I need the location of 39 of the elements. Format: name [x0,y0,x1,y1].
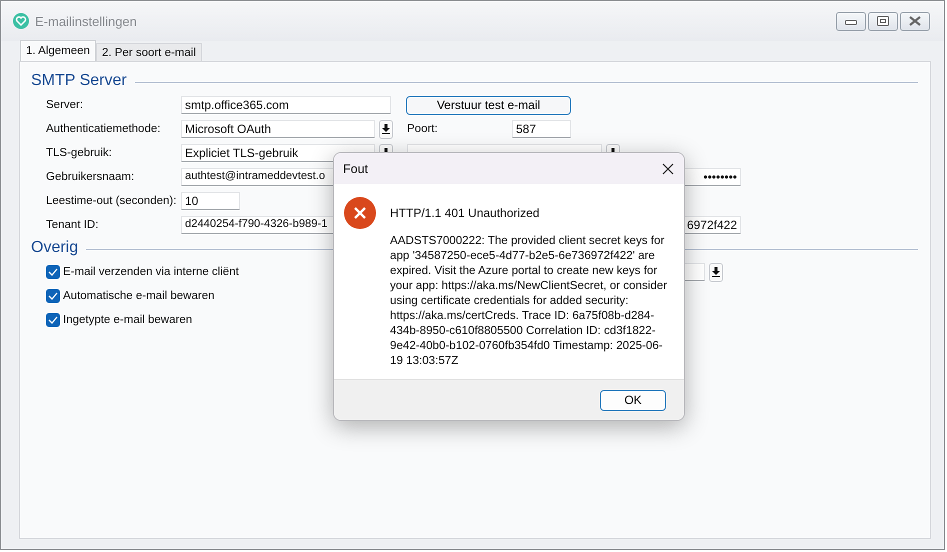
field-label: Gebruikersnaam: [46,171,136,183]
close-button[interactable] [660,160,676,176]
minimize-icon [845,17,857,25]
maximize-icon [877,16,889,26]
ok-button[interactable]: OK [600,390,666,410]
dropdown-button[interactable] [709,262,723,282]
checkbox-label: Automatische e-mail bewaren [63,290,214,302]
minimize-button[interactable] [836,12,866,30]
text-field[interactable]: 587 [512,120,571,138]
field-label: Server: [46,99,84,111]
maximize-button[interactable] [868,12,898,30]
field-label: Authenticatiemethode: [46,123,162,135]
text-field[interactable]: 10 [181,192,240,210]
checkbox[interactable] [46,265,60,279]
dropdown-field[interactable] [683,263,705,281]
close-icon [662,162,674,174]
checkbox-label: Ingetypte e-mail bewaren [63,314,192,326]
field-label: Leestime-out (seconden): [46,195,178,207]
window-title: E-mailinstellingen [35,14,137,28]
tab[interactable]: 2. Per soort e-mail [96,43,202,61]
tab[interactable]: 1. Algemeen [20,40,96,61]
checkbox[interactable] [46,289,60,303]
section-heading: Overig [31,239,78,257]
send-test-email-button[interactable]: Verstuur test e-mail [406,96,571,114]
error-message: AADSTS7000222: The provided client secret keys for app '34587250-ece5-4d77-b2e5-6e736972f422' are expired. Visit the Azure portal to create new keys for your app: https://aka.ms/NewClientSecret, or consider using certificate credentials for added security: https://aka.ms/certCreds. Trace ID: 6a75f08b-d284-434b-8950-c610f8805500 Correlation ID: cd3f1822-9e42-40b0-b102-0760fb354fd0 Timestamp: 2025-06-19 13:03:57Z [390,233,668,368]
dropdown-field[interactable]: Microsoft OAuth [181,120,375,138]
checkbox[interactable] [46,313,60,327]
error-heading: HTTP/1.1 401 Unauthorized [390,206,540,220]
dialog-title: Fout [343,162,368,176]
heart-logo-icon [13,13,29,29]
error-icon [344,197,376,229]
dropdown-button[interactable] [379,120,393,138]
field-label: Poort: [407,123,439,135]
text-field[interactable]: smtp.office365.com [181,96,391,114]
field-label: Tenant ID: [46,219,100,231]
close-icon [909,16,921,26]
checkbox-label: E-mail verzenden via interne cliënt [63,266,239,278]
field-label: TLS-gebruik: [46,147,113,159]
section-heading: SMTP Server [31,72,127,90]
